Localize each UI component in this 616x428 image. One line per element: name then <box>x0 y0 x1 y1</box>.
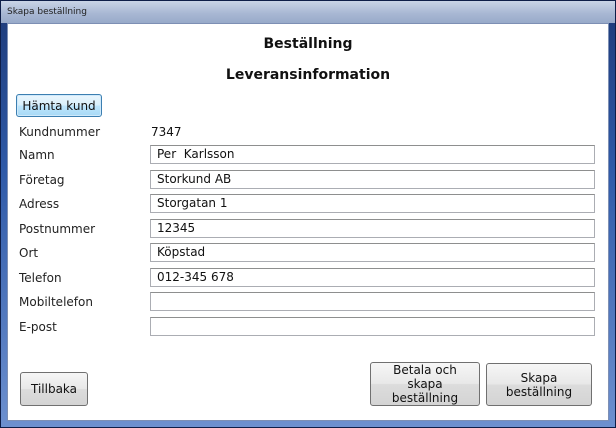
email-field[interactable] <box>150 317 595 336</box>
section-title: Leveransinformation <box>225 67 391 83</box>
phone-label: Telefon <box>19 271 62 285</box>
name-field[interactable]: Per Karlsson <box>150 145 595 164</box>
create-order-button[interactable]: Skapa beställning <box>486 363 592 406</box>
postal-code-field[interactable]: 12345 <box>150 219 595 238</box>
mobile-phone-label: Mobiltelefon <box>19 295 93 309</box>
customer-number-label: Kundnummer <box>19 125 101 139</box>
city-field[interactable]: Köpstad <box>150 243 595 262</box>
city-label: Ort <box>19 246 39 260</box>
back-button[interactable]: Tillbaka <box>20 372 88 406</box>
page-title: Beställning <box>263 36 353 52</box>
phone-field[interactable]: 012-345 678 <box>150 268 595 287</box>
postal-code-label: Postnummer <box>19 222 96 236</box>
company-label: Företag <box>19 173 65 187</box>
order-window: Skapa beställning Beställning Leveransin… <box>0 0 616 428</box>
email-label: E-post <box>19 320 57 334</box>
company-field[interactable]: Storkund AB <box>150 170 595 189</box>
title-bar[interactable]: Skapa beställning <box>1 1 615 23</box>
window-title: Skapa beställning <box>7 7 87 17</box>
name-label: Namn <box>19 148 55 162</box>
order-form-panel: Beställning Leveransinformation Hämta ku… <box>7 23 609 421</box>
customer-number-value: 7347 <box>151 125 182 139</box>
pay-and-create-order-button[interactable]: Betala och skapa beställning <box>370 362 480 406</box>
address-field[interactable]: Storgatan 1 <box>150 194 595 213</box>
fetch-customer-button[interactable]: Hämta kund <box>16 94 102 117</box>
mobile-phone-field[interactable] <box>150 292 595 311</box>
address-label: Adress <box>19 197 60 211</box>
